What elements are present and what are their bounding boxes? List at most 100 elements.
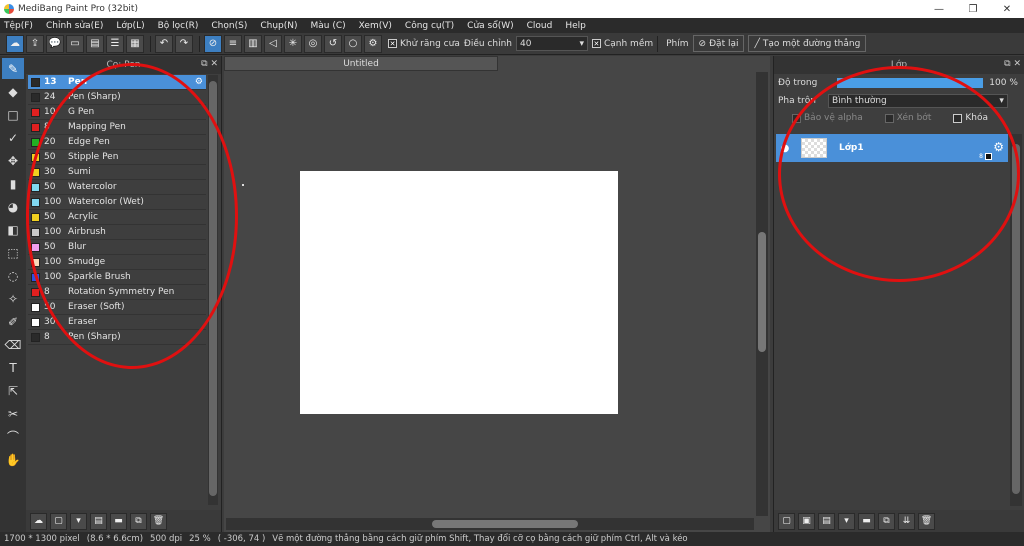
popout-icon[interactable]: ⧉	[1004, 59, 1010, 69]
select-pen-icon[interactable]: ✐	[2, 311, 24, 332]
new-brush-icon[interactable]: ▢	[50, 512, 67, 530]
protect-alpha-checkbox[interactable]	[792, 113, 801, 123]
brush-item[interactable]: 8 Pen (Sharp)	[28, 330, 206, 345]
folder-icon[interactable]: ▬	[110, 512, 127, 530]
menu-edit[interactable]: Chỉnh sửa(E)	[46, 21, 103, 31]
blend-mode-select[interactable]: Bình thường ▾	[827, 94, 1008, 108]
select-tool-icon[interactable]: ⬚	[2, 242, 24, 263]
popout-icon[interactable]: ⧉	[201, 59, 207, 69]
straight-line-button[interactable]: ╱ Tạo một đường thẳng	[748, 35, 867, 52]
eyedropper-tool-icon[interactable]: ⌒	[2, 426, 24, 447]
restore-button[interactable]: ❐	[956, 0, 990, 18]
brush-item[interactable]: 8 Mapping Pen	[28, 120, 206, 135]
grid-icon[interactable]: ▦	[126, 34, 144, 53]
undo-icon[interactable]: ↶	[155, 34, 173, 53]
dot-tool-icon[interactable]: ✓	[2, 127, 24, 148]
brush-scrollbar[interactable]	[208, 75, 218, 505]
brush-item[interactable]: 100 Sparkle Brush	[28, 270, 206, 285]
close-icon[interactable]: ✕	[210, 59, 218, 69]
ellipse-snap-icon[interactable]: ○	[344, 34, 362, 53]
canvas-vertical-scrollbar[interactable]	[756, 72, 768, 516]
menu-layer[interactable]: Lớp(L)	[116, 21, 144, 31]
opacity-slider[interactable]	[837, 78, 984, 88]
add-brush-dropdown-icon[interactable]: ▾	[70, 512, 87, 530]
fill-tool-icon[interactable]: ▮	[2, 173, 24, 194]
trash-icon[interactable]: 🗑	[918, 512, 935, 530]
brush-item[interactable]: 30 Sumi	[28, 165, 206, 180]
document-tab[interactable]: Untitled	[224, 56, 498, 71]
brush-item[interactable]: 100 Smudge	[28, 255, 206, 270]
clipping-checkbox[interactable]	[884, 113, 894, 123]
brush-item[interactable]: 100 Airbrush	[28, 225, 206, 240]
duplicate-icon[interactable]: ⧉	[130, 512, 147, 530]
menu-tools[interactable]: Công cụ(T)	[405, 21, 454, 31]
antialias-toggle[interactable]: ✕ Khử răng cưa	[388, 39, 460, 49]
text-tool-icon[interactable]: T	[2, 357, 24, 378]
move-tool-icon[interactable]: ✥	[2, 150, 24, 171]
operation-tool-icon[interactable]: ⇱	[2, 380, 24, 401]
curve-snap-icon[interactable]: ↺	[324, 34, 342, 53]
parallel-snap-icon[interactable]: ≡	[224, 34, 242, 53]
no-snap-icon[interactable]: ⊘	[204, 34, 222, 53]
menu-capture[interactable]: Chụp(N)	[260, 21, 297, 31]
cloud-icon[interactable]: ☁	[6, 34, 24, 53]
new-8bit-layer-icon[interactable]: ▤	[818, 512, 835, 530]
merge-down-icon[interactable]: ⇊	[898, 512, 915, 530]
menu-view[interactable]: Xem(V)	[359, 21, 392, 31]
eraser-tool-icon[interactable]: ◆	[2, 81, 24, 102]
menu-window[interactable]: Cửa sổ(W)	[467, 21, 513, 31]
gradient-tool-icon[interactable]: ◧	[2, 219, 24, 240]
canvas-page[interactable]	[300, 171, 618, 414]
scrollbar-thumb[interactable]	[432, 520, 578, 528]
snap-settings-icon[interactable]: ⚙	[364, 34, 382, 53]
brush-item[interactable]: 50 Blur	[28, 240, 206, 255]
protect-alpha-option[interactable]: Bảo vệ alpha	[792, 113, 863, 123]
folder-icon[interactable]: ▬	[858, 512, 875, 530]
trash-icon[interactable]: 🗑	[150, 512, 167, 530]
redo-icon[interactable]: ↷	[175, 34, 193, 53]
brush-item[interactable]: 50 Eraser (Soft)	[28, 300, 206, 315]
add-layer-dropdown-icon[interactable]: ▾	[838, 512, 855, 530]
message-icon[interactable]: ▭	[66, 34, 84, 53]
brush-item[interactable]: 50 Watercolor	[28, 180, 206, 195]
close-button[interactable]: ✕	[990, 0, 1024, 18]
lock-checkbox[interactable]	[953, 113, 963, 123]
menu-file[interactable]: Tệp(F)	[4, 21, 33, 31]
hand-tool-icon[interactable]: ✋	[2, 449, 24, 470]
minimize-button[interactable]: —	[922, 0, 956, 18]
brush-item[interactable]: 24 Pen (Sharp)	[28, 90, 206, 105]
clipping-option[interactable]: Xén bớt	[884, 113, 931, 123]
duplicate-icon[interactable]: ⧉	[878, 512, 895, 530]
brush-item[interactable]: 100 Watercolor (Wet)	[28, 195, 206, 210]
menu-help[interactable]: Help	[565, 21, 586, 31]
brush-item[interactable]: 13 Pen ⚙	[28, 75, 206, 90]
menu-color[interactable]: Màu (C)	[311, 21, 346, 31]
menu-select[interactable]: Chọn(S)	[211, 21, 247, 31]
close-icon[interactable]: ✕	[1013, 59, 1021, 69]
brush-item[interactable]: 50 Acrylic	[28, 210, 206, 225]
correction-select[interactable]: 40 ▾	[515, 36, 588, 51]
select-eraser-icon[interactable]: ⌫	[2, 334, 24, 355]
radial-snap-icon[interactable]: ✳	[284, 34, 302, 53]
eye-icon[interactable]: ●	[779, 142, 791, 154]
brush-settings-icon[interactable]: ▤	[90, 512, 107, 530]
layer-item[interactable]: ● Lớp1 8 ⚙	[776, 134, 1008, 162]
brush-item[interactable]: 10 G Pen	[28, 105, 206, 120]
soft-edge-toggle[interactable]: ✕ Cạnh mềm	[591, 39, 653, 49]
cloud-brush-icon[interactable]: ☁	[30, 512, 47, 530]
bucket-tool-icon[interactable]: ◕	[2, 196, 24, 217]
brush-tool-icon[interactable]: ✎	[2, 58, 24, 79]
brush-item[interactable]: 20 Edge Pen	[28, 135, 206, 150]
grid-snap-icon[interactable]: ▥	[244, 34, 262, 53]
antialias-checkbox[interactable]: ✕	[388, 39, 397, 48]
brush-item[interactable]: 50 Stipple Pen	[28, 150, 206, 165]
magic-wand-icon[interactable]: ✧	[2, 288, 24, 309]
soft-edge-checkbox[interactable]: ✕	[591, 39, 601, 48]
divide-tool-icon[interactable]: ✂	[2, 403, 24, 424]
new-halftone-layer-icon[interactable]: ▣	[798, 512, 815, 530]
reset-button[interactable]: ⊘ Đặt lại	[692, 35, 745, 52]
page-icon[interactable]: ▤	[86, 34, 104, 53]
scrollbar-thumb[interactable]	[758, 232, 766, 352]
canvas-horizontal-scrollbar[interactable]	[226, 518, 754, 530]
gear-icon[interactable]: ⚙	[993, 140, 1004, 154]
